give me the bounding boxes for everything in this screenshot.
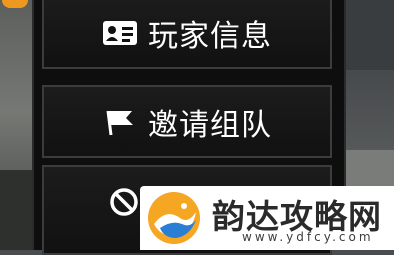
bird-logo-icon: [146, 190, 202, 246]
watermark-url: www.ydfcy.com: [242, 230, 374, 244]
player-info-button[interactable]: 玩家信息: [42, 0, 332, 69]
block-icon: [106, 187, 142, 217]
flag-icon: [102, 107, 138, 137]
background-decoration: [2, 0, 28, 8]
id-card-icon: [102, 18, 138, 48]
background-decoration: [0, 170, 34, 250]
background-decoration: [339, 0, 394, 70]
watermark: 韵达攻略网 www.ydfcy.com: [140, 186, 394, 250]
invite-team-label: 邀请组队: [148, 107, 272, 143]
invite-team-button[interactable]: 邀请组队: [42, 85, 332, 158]
player-info-label: 玩家信息: [148, 18, 272, 54]
